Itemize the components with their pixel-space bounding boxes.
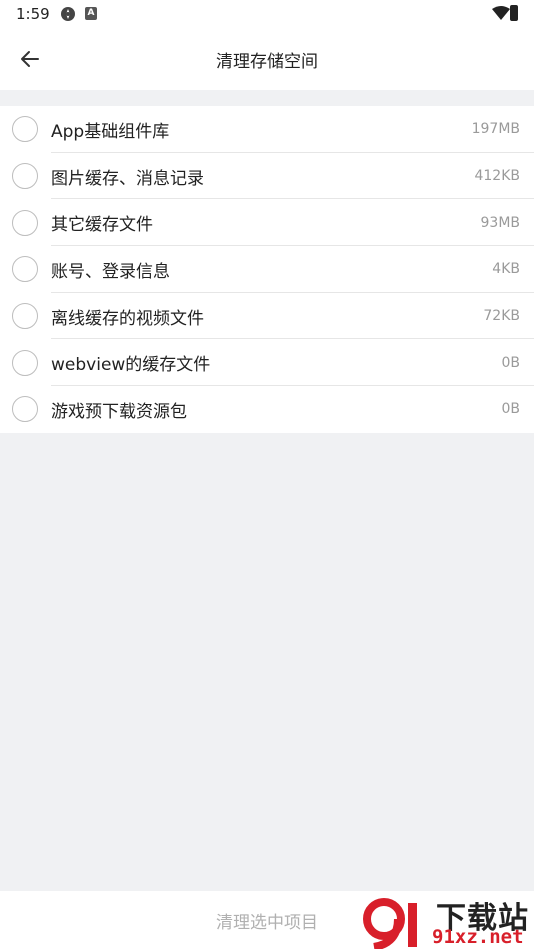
list-item-other-cache[interactable]: 其它缓存文件 93MB [0, 199, 534, 247]
item-size: 72KB [483, 308, 520, 325]
app-bar: 清理存储空间 [0, 28, 534, 90]
cache-list: App基础组件库 197MB 图片缓存、消息记录 412KB 其它缓存文件 93… [0, 106, 534, 433]
status-bar: 1:59 A [0, 0, 534, 28]
watermark-url: 91xz.net [432, 926, 524, 948]
item-label: 图片缓存、消息记录 [51, 168, 204, 189]
item-label: 离线缓存的视频文件 [51, 308, 204, 329]
item-size: 0B [501, 401, 520, 418]
app-notification-icon: A [85, 7, 97, 20]
list-item-image-cache[interactable]: 图片缓存、消息记录 412KB [0, 153, 534, 200]
item-size: 4KB [492, 261, 520, 278]
radio-button[interactable] [12, 396, 38, 423]
item-label: App基础组件库 [51, 121, 170, 142]
list-item-game-resources[interactable]: 游戏预下载资源包 0B [0, 386, 534, 433]
radio-button[interactable] [12, 116, 38, 143]
item-label: webview的缓存文件 [51, 355, 211, 376]
item-size: 197MB [471, 121, 520, 138]
radio-button[interactable] [12, 349, 38, 376]
page-title: 清理存储空间 [216, 52, 318, 72]
system-settings-icon [61, 7, 75, 21]
list-item-account-info[interactable]: 账号、登录信息 4KB [0, 246, 534, 293]
item-size: 412KB [474, 168, 520, 185]
list-item-app-components[interactable]: App基础组件库 197MB [0, 106, 534, 153]
wifi-icon [492, 6, 510, 20]
radio-button[interactable] [12, 256, 38, 283]
item-size: 93MB [480, 214, 521, 231]
status-time: 1:59 [16, 5, 50, 23]
item-size: 0B [501, 354, 520, 371]
list-item-webview-cache[interactable]: webview的缓存文件 0B [0, 339, 534, 387]
item-label: 游戏预下载资源包 [51, 401, 187, 422]
battery-charging-icon [510, 5, 518, 21]
item-label: 其它缓存文件 [51, 215, 153, 236]
list-item-offline-video[interactable]: 离线缓存的视频文件 72KB [0, 293, 534, 340]
watermark-logo-icon [363, 898, 417, 949]
item-label: 账号、登录信息 [51, 261, 170, 282]
radio-button[interactable] [12, 209, 38, 236]
radio-button[interactable] [12, 303, 38, 330]
radio-button[interactable] [12, 163, 38, 190]
watermark: 下载站 91xz.net [362, 893, 534, 950]
